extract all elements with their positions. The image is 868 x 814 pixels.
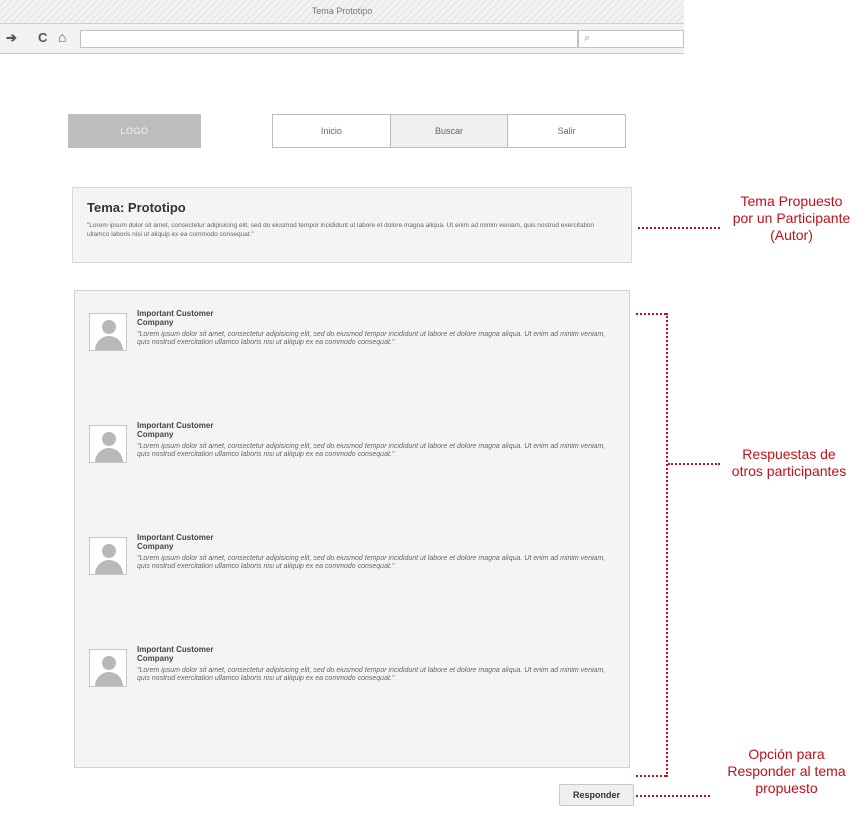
responses-bracket-top	[636, 313, 666, 315]
url-input[interactable]	[80, 30, 578, 48]
topic-annotation: Tema Propuesto por un Participante (Auto…	[715, 193, 868, 244]
response-text: "Lorem ipsum dolor sit amet, consectetur…	[137, 331, 606, 346]
responses-panel: Important Customer Company "Lorem ipsum …	[74, 290, 630, 768]
avatar-icon	[89, 649, 127, 687]
topic-annotation-line: por un Participante	[732, 210, 851, 226]
browser-title-bar: Tema Prototipo	[0, 0, 684, 24]
responses-annotation-line: Respuestas de	[742, 446, 836, 462]
author-name: Important Customer	[137, 533, 214, 542]
topic-annotation-line: (Autor)	[770, 227, 813, 243]
response-text: "Lorem ipsum dolor sit amet, consectetur…	[137, 555, 606, 570]
window-title: Tema Prototipo	[311, 6, 373, 16]
browser-toolbar: ➔ C ⌂ ⌕	[0, 24, 684, 54]
main-nav: Inicio Buscar Salir	[272, 114, 626, 148]
author-company: Company	[137, 542, 174, 551]
reply-annotation-line: Opción para	[748, 746, 825, 762]
response-author: Important Customer Company	[137, 645, 337, 663]
reply-annotation: Opción para Responder al tema propuesto	[705, 746, 868, 797]
browser-search-input[interactable]: ⌕	[578, 30, 684, 48]
topic-title: Tema: Prototipo	[87, 200, 186, 215]
back-arrow-icon[interactable]: ➔	[6, 30, 17, 46]
response-author: Important Customer Company	[137, 421, 337, 439]
nav-item-salir[interactable]: Salir	[508, 115, 625, 147]
search-icon: ⌕	[584, 32, 591, 44]
response-text: "Lorem ipsum dolor sit amet, consectetur…	[137, 443, 606, 458]
response-text: "Lorem ipsum dolor sit amet, consectetur…	[137, 667, 606, 682]
avatar-icon	[89, 313, 127, 351]
reload-icon[interactable]: C	[38, 30, 47, 45]
response-author: Important Customer Company	[137, 309, 337, 327]
response-author: Important Customer Company	[137, 533, 337, 551]
reply-annotation-connector	[636, 795, 710, 797]
responses-bracket-vertical	[666, 313, 668, 777]
topic-annotation-line: Tema Propuesto	[740, 193, 843, 209]
response-item: Important Customer Company "Lorem ipsum …	[89, 309, 609, 369]
author-name: Important Customer	[137, 421, 214, 430]
reply-annotation-line: propuesto	[755, 780, 818, 796]
response-item: Important Customer Company "Lorem ipsum …	[89, 421, 609, 481]
logo[interactable]: LOGO	[68, 114, 201, 148]
author-name: Important Customer	[137, 309, 214, 318]
response-item: Important Customer Company "Lorem ipsum …	[89, 533, 609, 593]
responses-annotation: Respuestas de otros participantes	[710, 446, 868, 480]
avatar-icon	[89, 537, 127, 575]
nav-item-inicio[interactable]: Inicio	[273, 115, 391, 147]
author-company: Company	[137, 654, 174, 663]
responses-bracket-bottom	[636, 775, 666, 777]
topic-panel: Tema: Prototipo "Lorem ipsum dolor sit a…	[72, 187, 632, 263]
reply-annotation-line: Responder al tema	[727, 763, 846, 779]
response-item: Important Customer Company "Lorem ipsum …	[89, 645, 609, 705]
home-icon[interactable]: ⌂	[58, 29, 66, 45]
avatar-icon	[89, 425, 127, 463]
author-name: Important Customer	[137, 645, 214, 654]
reply-button[interactable]: Responder	[559, 784, 634, 806]
nav-item-buscar[interactable]: Buscar	[390, 115, 509, 147]
author-company: Company	[137, 318, 174, 327]
topic-annotation-connector	[638, 227, 720, 229]
responses-annotation-line: otros participantes	[731, 463, 847, 479]
author-company: Company	[137, 430, 174, 439]
topic-body: "Lorem ipsum dolor sit amet, consectetur…	[87, 222, 595, 238]
